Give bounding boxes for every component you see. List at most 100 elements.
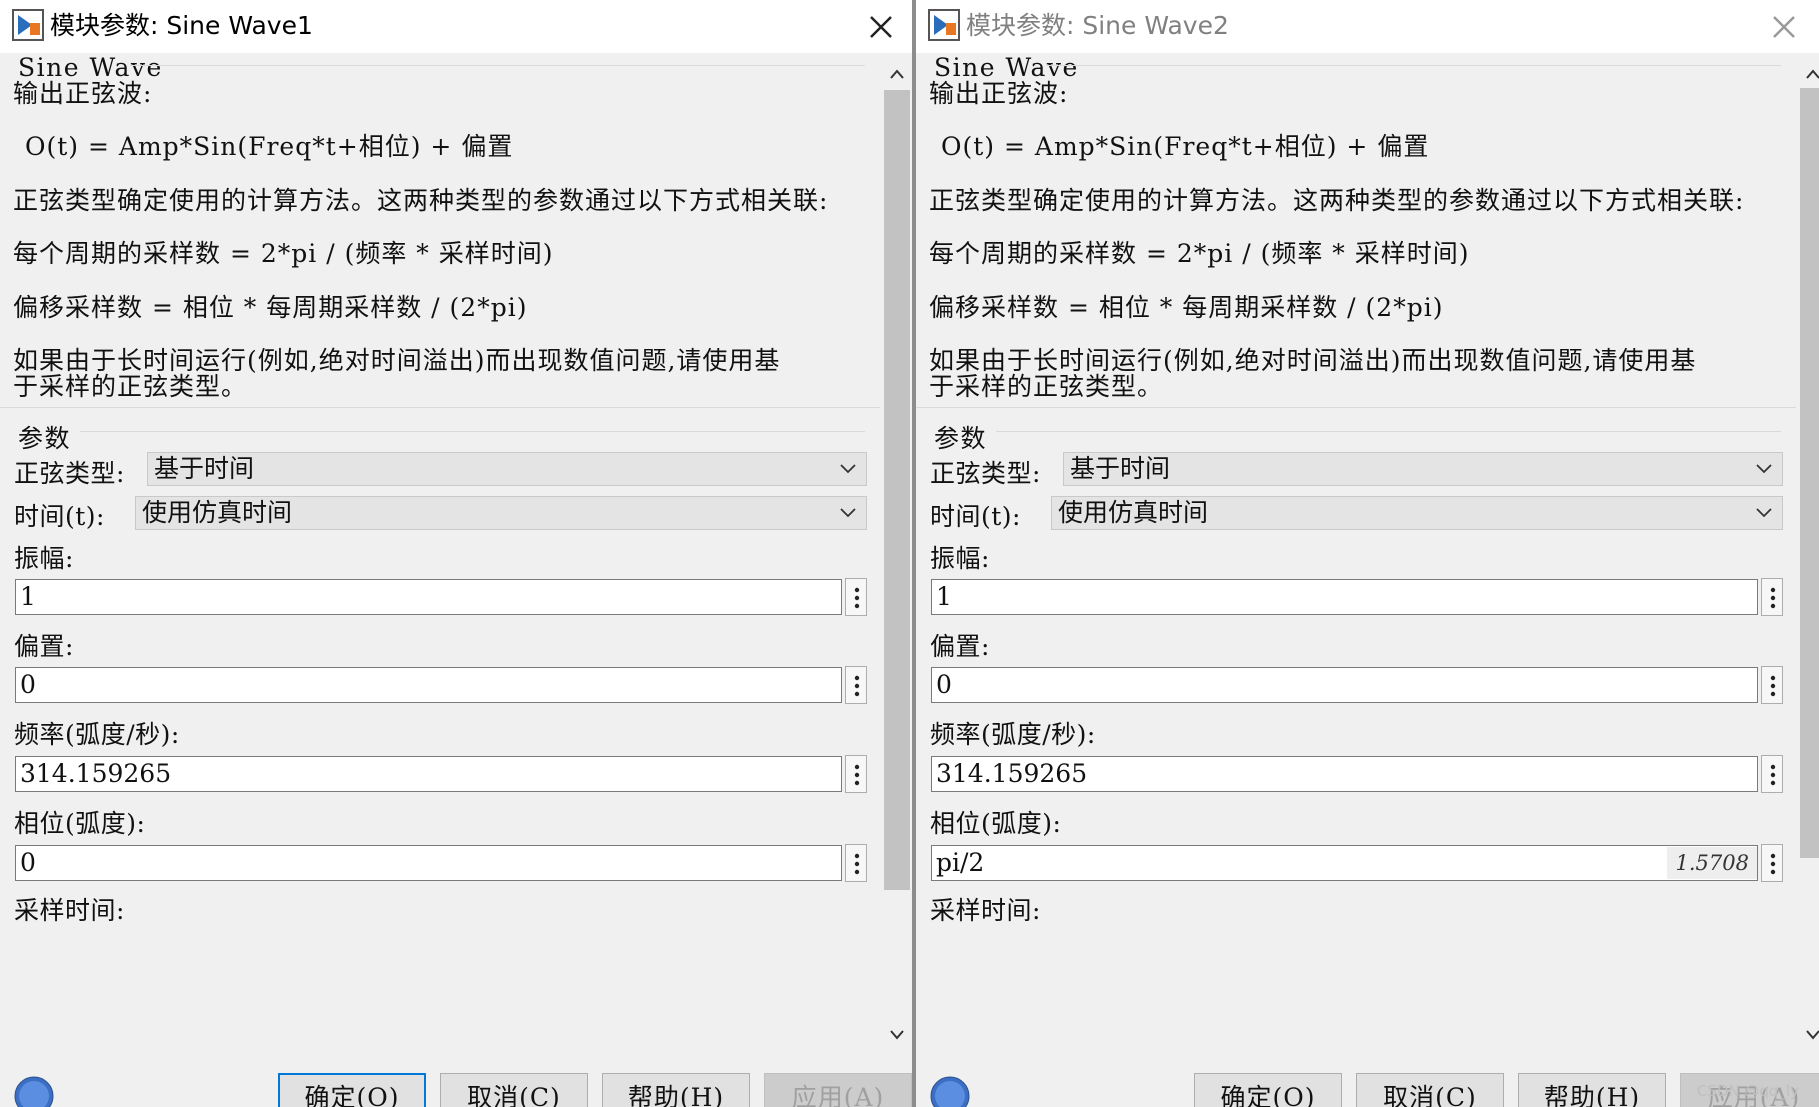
chevron-down-icon (840, 464, 856, 474)
parameters-content: Sine Wave 输出正弦波: O(t) = Amp*Sin(Freq*t+相… (0, 53, 882, 1052)
phase-value: pi/2 (936, 848, 985, 877)
divider (130, 65, 865, 66)
frequency-value: 314.159265 (20, 759, 172, 788)
description-formula: O(t) = Amp*Sin(Freq*t+相位) + 偏置 (941, 132, 1430, 161)
description-line: 输出正弦波: (929, 79, 1069, 108)
help-question-icon[interactable] (14, 1076, 54, 1107)
button-bar: 确定(O) 取消(C) 帮助(H) 应用(A) CSDN @qq_ly (916, 1052, 1819, 1107)
bias-label: 偏置: (14, 632, 74, 661)
vertical-ellipsis-icon (854, 587, 860, 609)
button-bar: 确定(O) 取消(C) 帮助(H) 应用(A) (0, 1052, 916, 1107)
help-button[interactable]: 帮助(H) (602, 1073, 750, 1107)
sine-type-label: 正弦类型: (930, 459, 1041, 488)
bias-more-button[interactable] (1761, 666, 1783, 704)
frequency-label: 频率(弧度/秒): (14, 720, 180, 749)
close-icon[interactable] (1771, 14, 1797, 40)
description-line: 正弦类型确定使用的计算方法。这两种类型的参数通过以下方式相关联: (13, 186, 829, 215)
sine-type-dropdown[interactable]: 基于时间 (147, 452, 867, 486)
frequency-more-button[interactable] (1761, 755, 1783, 793)
scrollbar-thumb[interactable] (1800, 88, 1819, 858)
divider (996, 431, 1781, 432)
frequency-more-button[interactable] (845, 755, 867, 793)
scrollbar-thumb[interactable] (884, 90, 910, 890)
window-title: 模块参数: Sine Wave1 (50, 11, 313, 40)
time-dropdown[interactable]: 使用仿真时间 (135, 496, 867, 530)
time-value: 使用仿真时间 (142, 498, 293, 527)
phase-evaluated-value: 1.5708 (1675, 851, 1749, 875)
vertical-ellipsis-icon (1770, 853, 1776, 875)
ok-button[interactable]: 确定(O) (1194, 1073, 1342, 1107)
bias-field[interactable]: 0 (15, 667, 842, 703)
divider (0, 407, 880, 408)
dialog-sine-wave2: 模块参数: Sine Wave2 Sine Wave 输出正弦波: O(t) =… (916, 0, 1819, 1107)
frequency-value: 314.159265 (936, 759, 1088, 788)
simulink-block-icon (12, 9, 44, 41)
scroll-up-arrow-icon[interactable] (1805, 68, 1819, 80)
amplitude-value: 1 (936, 582, 952, 611)
amplitude-label: 振幅: (14, 544, 74, 573)
phase-more-button[interactable] (845, 844, 867, 882)
description-line: 偏移采样数 = 相位 * 每周期采样数 / (2*pi) (929, 293, 1444, 322)
vertical-scrollbar[interactable] (1796, 60, 1819, 1055)
amplitude-value: 1 (20, 582, 36, 611)
phase-more-button[interactable] (1761, 844, 1783, 882)
help-question-icon[interactable] (930, 1076, 970, 1107)
sample-time-label: 采样时间: (930, 896, 1041, 925)
simulink-block-icon (928, 9, 960, 41)
vertical-ellipsis-icon (854, 853, 860, 875)
window-title: 模块参数: Sine Wave2 (966, 11, 1229, 40)
chevron-down-icon (1756, 464, 1772, 474)
params-group-title: 参数 (934, 424, 988, 453)
sine-type-dropdown[interactable]: 基于时间 (1063, 452, 1783, 486)
description-line: 输出正弦波: (13, 79, 153, 108)
time-label: 时间(t): (14, 502, 105, 531)
divider (916, 407, 1796, 408)
vertical-ellipsis-icon (1770, 764, 1776, 786)
vertical-ellipsis-icon (854, 764, 860, 786)
time-label: 时间(t): (930, 502, 1021, 531)
description-line: 正弦类型确定使用的计算方法。这两种类型的参数通过以下方式相关联: (929, 186, 1745, 215)
description-line: 于采样的正弦类型。 (929, 372, 1164, 401)
bias-label: 偏置: (930, 632, 990, 661)
frequency-field[interactable]: 314.159265 (931, 756, 1758, 792)
frequency-field[interactable]: 314.159265 (15, 756, 842, 792)
phase-label: 相位(弧度): (14, 809, 146, 838)
amplitude-field[interactable]: 1 (15, 579, 842, 615)
amplitude-label: 振幅: (930, 544, 990, 573)
cancel-button[interactable]: 取消(C) (1356, 1073, 1504, 1107)
apply-button[interactable]: 应用(A) (764, 1073, 912, 1107)
sample-time-label: 采样时间: (14, 896, 125, 925)
cancel-button[interactable]: 取消(C) (440, 1073, 588, 1107)
scroll-down-arrow-icon[interactable] (1805, 1029, 1819, 1041)
divider (1046, 65, 1781, 66)
vertical-scrollbar[interactable] (880, 60, 914, 1055)
help-button[interactable]: 帮助(H) (1518, 1073, 1666, 1107)
amplitude-field[interactable]: 1 (931, 579, 1758, 615)
amplitude-more-button[interactable] (1761, 578, 1783, 616)
vertical-ellipsis-icon (1770, 675, 1776, 697)
close-icon[interactable] (868, 14, 894, 40)
sine-type-label: 正弦类型: (14, 459, 125, 488)
sine-type-value: 基于时间 (154, 454, 255, 483)
dialog-sine-wave1: 模块参数: Sine Wave1 Sine Wave 输出正弦波: O(t) =… (0, 0, 916, 1107)
params-group-title: 参数 (18, 424, 72, 453)
phase-field[interactable]: pi/2 1.5708 (931, 845, 1758, 881)
title-bar[interactable]: 模块参数: Sine Wave1 (0, 0, 916, 53)
block-type-group-title: Sine Wave (934, 53, 1079, 82)
scroll-up-arrow-icon[interactable] (889, 68, 905, 80)
phase-label: 相位(弧度): (930, 809, 1062, 838)
scroll-down-arrow-icon[interactable] (889, 1029, 905, 1041)
time-dropdown[interactable]: 使用仿真时间 (1051, 496, 1783, 530)
amplitude-more-button[interactable] (845, 578, 867, 616)
description-line: 于采样的正弦类型。 (13, 372, 248, 401)
parameters-content: Sine Wave 输出正弦波: O(t) = Amp*Sin(Freq*t+相… (916, 53, 1796, 1052)
bias-more-button[interactable] (845, 666, 867, 704)
description-line: 每个周期的采样数 = 2*pi / (频率 * 采样时间) (13, 239, 554, 268)
chevron-down-icon (840, 508, 856, 518)
title-bar[interactable]: 模块参数: Sine Wave2 (916, 0, 1819, 53)
ok-button[interactable]: 确定(O) (278, 1073, 426, 1107)
bias-field[interactable]: 0 (931, 667, 1758, 703)
description-formula: O(t) = Amp*Sin(Freq*t+相位) + 偏置 (25, 132, 514, 161)
description-line: 每个周期的采样数 = 2*pi / (频率 * 采样时间) (929, 239, 1470, 268)
phase-field[interactable]: 0 (15, 845, 842, 881)
